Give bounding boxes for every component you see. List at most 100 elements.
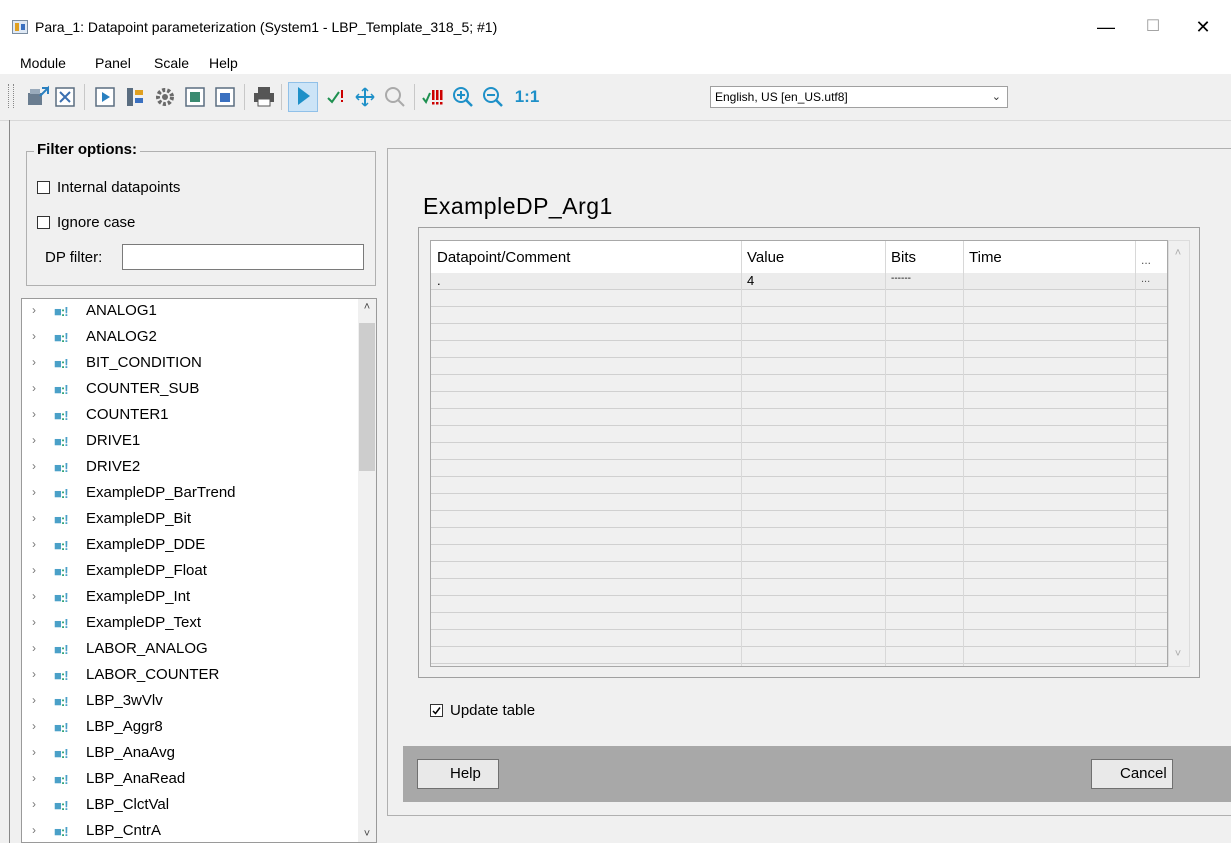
dp-filter-input[interactable]	[122, 244, 364, 270]
chevron-right-icon[interactable]: ›	[32, 433, 36, 447]
table-row[interactable]: . 4 ------...	[431, 273, 1167, 290]
column-header-datapoint[interactable]: Datapoint/Comment	[437, 249, 570, 266]
tree-item[interactable]: › ■:! ExampleDP_Int	[22, 585, 358, 610]
tree-item[interactable]: › ■:! ANALOG1	[22, 299, 358, 324]
internal-datapoints-checkbox[interactable]	[37, 181, 50, 194]
table-row[interactable]	[431, 511, 1167, 528]
close-button[interactable]: ✕	[1180, 12, 1226, 42]
tree-item[interactable]: › ■:! COUNTER1	[22, 403, 358, 428]
chevron-right-icon[interactable]: ›	[32, 329, 36, 343]
scrollbar-thumb[interactable]	[359, 323, 375, 471]
chevron-right-icon[interactable]: ›	[32, 537, 36, 551]
table-row[interactable]	[431, 392, 1167, 409]
datapoint-tree[interactable]: › ■:! ANALOG1 › ■:! ANALOG2 › ■:! BIT_CONDITION ›…	[21, 298, 377, 843]
tree-item[interactable]: › ■:! LBP_Aggr8	[22, 715, 358, 740]
table-row[interactable]	[431, 460, 1167, 477]
tree-item[interactable]: › ■:! ANALOG2	[22, 325, 358, 350]
panel-icon[interactable]	[182, 84, 208, 110]
chevron-right-icon[interactable]: ›	[32, 615, 36, 629]
print-icon[interactable]	[251, 84, 277, 110]
tree-item[interactable]: › ■:! LBP_ClctVal	[22, 793, 358, 818]
scroll-up-icon[interactable]: ˄	[358, 301, 376, 313]
tree-item[interactable]: › ■:! DRIVE2	[22, 455, 358, 480]
scroll-up-icon[interactable]: ˄	[1169, 247, 1187, 259]
ignore-case-checkbox[interactable]	[37, 216, 50, 229]
run-icon[interactable]	[92, 84, 118, 110]
table-row[interactable]	[431, 613, 1167, 630]
menu-help[interactable]: Help	[209, 55, 238, 71]
table-row[interactable]	[431, 494, 1167, 511]
language-select[interactable]: English, US [en_US.utf8] ⌄	[710, 86, 1008, 108]
table-row[interactable]	[431, 596, 1167, 613]
table-row[interactable]	[431, 562, 1167, 579]
table-row[interactable]	[431, 409, 1167, 426]
column-header-value[interactable]: Value	[747, 249, 784, 266]
table-row[interactable]	[431, 358, 1167, 375]
chevron-right-icon[interactable]: ›	[32, 797, 36, 811]
panel-alt-icon[interactable]	[212, 84, 238, 110]
chevron-right-icon[interactable]: ›	[32, 771, 36, 785]
check-icon[interactable]	[322, 84, 348, 110]
tree-item[interactable]: › ■:! LBP_AnaRead	[22, 767, 358, 792]
zoom-reset-icon[interactable]: 1:1	[510, 84, 544, 110]
cancel-button[interactable]: Cancel	[1091, 759, 1173, 789]
table-row[interactable]	[431, 647, 1167, 664]
chevron-right-icon[interactable]: ›	[32, 667, 36, 681]
zoom-in-icon[interactable]	[450, 84, 476, 110]
table-row[interactable]	[431, 324, 1167, 341]
table-row[interactable]	[431, 290, 1167, 307]
chevron-right-icon[interactable]: ›	[32, 381, 36, 395]
tree-item[interactable]: › ■:! LBP_CntrA	[22, 819, 358, 842]
move-icon[interactable]	[352, 84, 378, 110]
tree-item[interactable]: › ■:! ExampleDP_DDE	[22, 533, 358, 558]
help-button[interactable]: Help	[417, 759, 499, 789]
chevron-right-icon[interactable]: ›	[32, 719, 36, 733]
table-scrollbar[interactable]: ˄ ˅	[1168, 240, 1190, 667]
table-row[interactable]	[431, 307, 1167, 324]
tree-item[interactable]: › ■:! DRIVE1	[22, 429, 358, 454]
tree-item[interactable]: › ■:! ExampleDP_Text	[22, 611, 358, 636]
chevron-right-icon[interactable]: ›	[32, 485, 36, 499]
tree-item[interactable]: › ■:! BIT_CONDITION	[22, 351, 358, 376]
tree-item[interactable]: › ■:! ExampleDP_Float	[22, 559, 358, 584]
chevron-right-icon[interactable]: ›	[32, 355, 36, 369]
chevron-right-icon[interactable]: ›	[32, 693, 36, 707]
pointer-icon[interactable]	[288, 82, 318, 112]
tree-scrollbar[interactable]: ˄ ˅	[358, 299, 376, 842]
update-table-checkbox[interactable]	[430, 704, 443, 717]
chevron-right-icon[interactable]: ›	[32, 589, 36, 603]
errors-icon[interactable]	[420, 84, 446, 110]
table-row[interactable]	[431, 426, 1167, 443]
maximize-button[interactable]: ☐	[1130, 12, 1176, 42]
chevron-right-icon[interactable]: ›	[32, 641, 36, 655]
search-icon[interactable]	[382, 84, 408, 110]
scroll-down-icon[interactable]: ˅	[358, 828, 376, 840]
chevron-right-icon[interactable]: ›	[32, 745, 36, 759]
chevron-right-icon[interactable]: ›	[32, 303, 36, 317]
close-panel-icon[interactable]	[52, 84, 78, 110]
menu-scale[interactable]: Scale	[154, 55, 189, 71]
tree-item[interactable]: › ■:! LABOR_ANALOG	[22, 637, 358, 662]
table-row[interactable]	[431, 579, 1167, 596]
table-row[interactable]	[431, 630, 1167, 647]
chevron-right-icon[interactable]: ›	[32, 823, 36, 837]
column-header-time[interactable]: Time	[969, 249, 1002, 266]
tree-item[interactable]: › ■:! COUNTER_SUB	[22, 377, 358, 402]
table-row[interactable]	[431, 375, 1167, 392]
menu-panel[interactable]: Panel	[95, 55, 131, 71]
tree-item[interactable]: › ■:! LBP_3wVlv	[22, 689, 358, 714]
toolbar-grip[interactable]	[8, 84, 14, 108]
chevron-right-icon[interactable]: ›	[32, 511, 36, 525]
tree-item[interactable]: › ■:! LBP_AnaAvg	[22, 741, 358, 766]
chevron-right-icon[interactable]: ›	[32, 563, 36, 577]
menu-module[interactable]: Module	[20, 55, 66, 71]
zoom-out-icon[interactable]	[480, 84, 506, 110]
table-row[interactable]	[431, 528, 1167, 545]
settings-icon[interactable]	[152, 84, 178, 110]
table-row[interactable]	[431, 545, 1167, 562]
chevron-right-icon[interactable]: ›	[32, 459, 36, 473]
table-row[interactable]	[431, 477, 1167, 494]
tree-item[interactable]: › ■:! LABOR_COUNTER	[22, 663, 358, 688]
column-header-bits[interactable]: Bits	[891, 249, 916, 266]
table-row[interactable]	[431, 341, 1167, 358]
